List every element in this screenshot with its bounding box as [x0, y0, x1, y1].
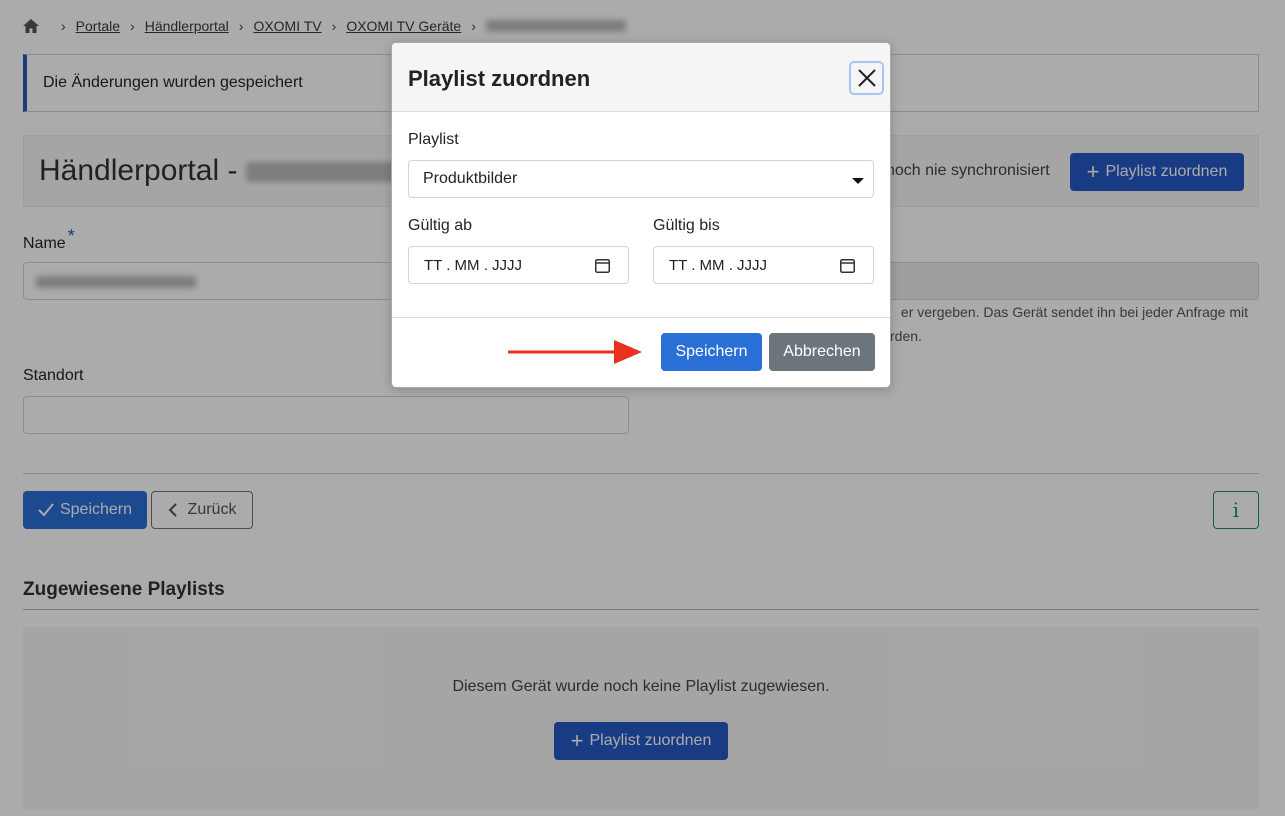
playlist-label: Playlist	[408, 131, 459, 148]
calendar-icon[interactable]	[840, 258, 855, 273]
valid-from-placeholder: TT . MM . JJJJ	[424, 256, 523, 274]
modal-cancel-button[interactable]: Abbrechen	[769, 333, 875, 371]
caret-down-icon	[852, 178, 864, 184]
modal-footer-divider	[392, 317, 890, 318]
modal-header: Playlist zuordnen	[392, 43, 890, 112]
valid-to-label: Gültig bis	[653, 217, 720, 234]
valid-to-input[interactable]: TT . MM . JJJJ	[653, 246, 874, 284]
assign-playlist-modal: Playlist zuordnen Playlist Produktbilder…	[391, 42, 891, 388]
modal-close-button[interactable]	[849, 61, 884, 95]
playlist-select[interactable]: Produktbilder	[408, 160, 874, 198]
modal-title: Playlist zuordnen	[408, 66, 591, 91]
calendar-icon[interactable]	[595, 258, 610, 273]
valid-from-input[interactable]: TT . MM . JJJJ	[408, 246, 629, 284]
arrow-right-icon	[508, 340, 642, 364]
modal-save-button[interactable]: Speichern	[661, 333, 762, 371]
page: › Portale › Händlerportal › OXOMI TV › O…	[0, 0, 1285, 816]
close-icon	[857, 69, 876, 87]
playlist-selected-value: Produktbilder	[423, 170, 518, 187]
valid-from-label: Gültig ab	[408, 217, 473, 234]
valid-to-placeholder: TT . MM . JJJJ	[669, 256, 768, 274]
